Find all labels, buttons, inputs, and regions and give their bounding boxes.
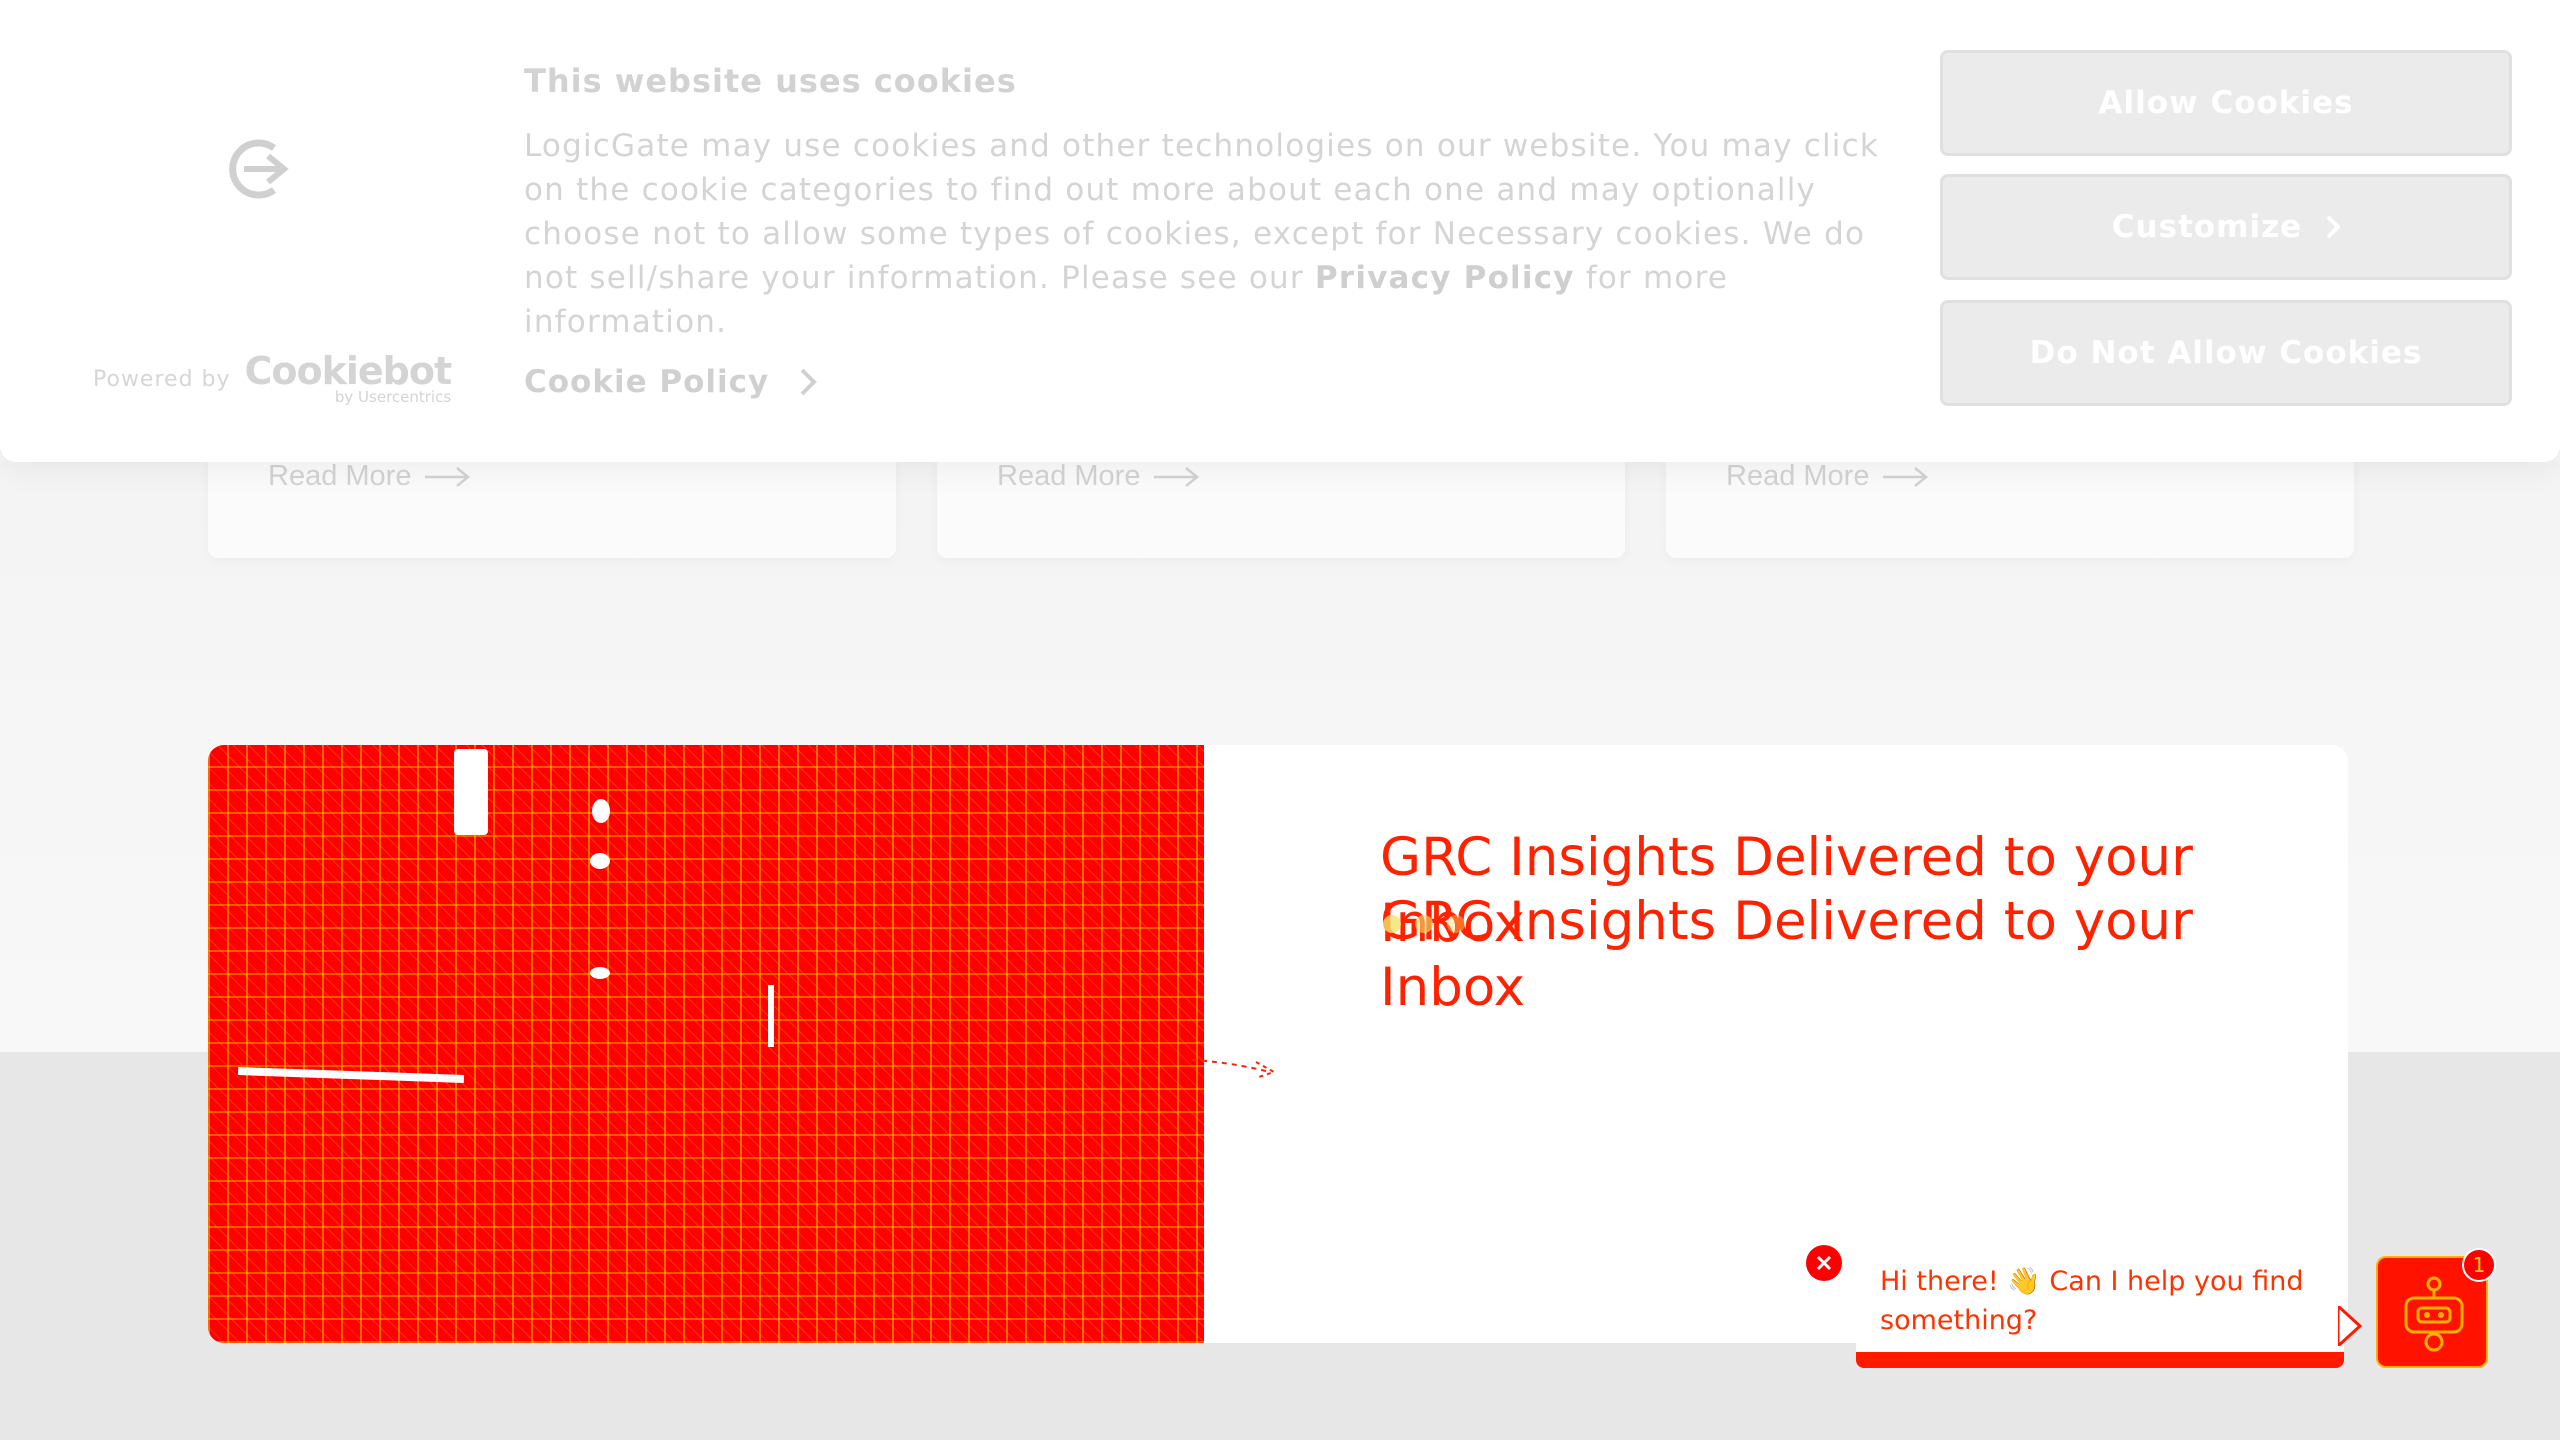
doodle-arrow-icon (1191, 1059, 1277, 1079)
newsletter-image (208, 745, 1204, 1343)
chat-greeting-bubble[interactable]: Hi there! 👋 Can I help you find somethin… (1856, 1240, 2344, 1368)
cookie-banner-title: This website uses cookies (524, 62, 1017, 100)
privacy-policy-link[interactable]: Privacy Policy (1315, 260, 1575, 296)
chevron-right-icon (800, 368, 818, 396)
do-not-allow-cookies-button[interactable]: Do Not Allow Cookies (1940, 300, 2512, 406)
newsletter-title-echo: GRC Insights Delivered to your Inbox (1380, 891, 2193, 1018)
cookie-banner-text: LogicGate may use cookies and other tech… (524, 128, 1879, 340)
cookie-policy-link[interactable]: Cookie Policy (524, 364, 818, 400)
allow-cookies-button[interactable]: Allow Cookies (1940, 50, 2512, 156)
read-more-label: Read More (997, 460, 1141, 492)
powered-by-label: Powered by (93, 366, 231, 392)
chat-close-button[interactable] (1806, 1245, 1842, 1281)
powered-by-cookiebot[interactable]: Powered by Cookiebot by Usercentrics (93, 349, 453, 406)
close-icon (1816, 1255, 1832, 1271)
loading-dots-icon (1383, 915, 1465, 933)
read-more-label: Read More (1726, 460, 1870, 492)
cookie-banner: Powered by Cookiebot by Usercentrics Thi… (0, 0, 2560, 462)
read-more-link-1[interactable]: Read More (268, 460, 471, 493)
allow-cookies-label: Allow Cookies (2098, 85, 2354, 121)
do-not-allow-label: Do Not Allow Cookies (2029, 335, 2423, 371)
read-more-link-2[interactable]: Read More (997, 460, 1200, 493)
customize-label: Customize (2111, 209, 2303, 245)
logicgate-logo-icon (229, 139, 289, 199)
chat-bubble-tail (2338, 1306, 2363, 1346)
arrow-right-icon (1154, 466, 1200, 487)
read-more-label: Read More (268, 460, 412, 492)
arrow-right-icon (1883, 466, 1929, 487)
cookiebot-logo: Cookiebot by Usercentrics (244, 349, 453, 406)
customize-button[interactable]: Customize (1940, 174, 2512, 280)
chevron-right-icon (2326, 215, 2341, 239)
chatbot-icon (2404, 1276, 2464, 1352)
chat-notification-badge: 1 (2462, 1248, 2496, 1282)
read-more-link-3[interactable]: Read More (1726, 460, 1929, 493)
cookie-policy-label: Cookie Policy (524, 364, 770, 400)
arrow-right-icon (425, 466, 471, 487)
chat-greeting-text: Hi there! 👋 Can I help you find somethin… (1880, 1266, 2304, 1336)
